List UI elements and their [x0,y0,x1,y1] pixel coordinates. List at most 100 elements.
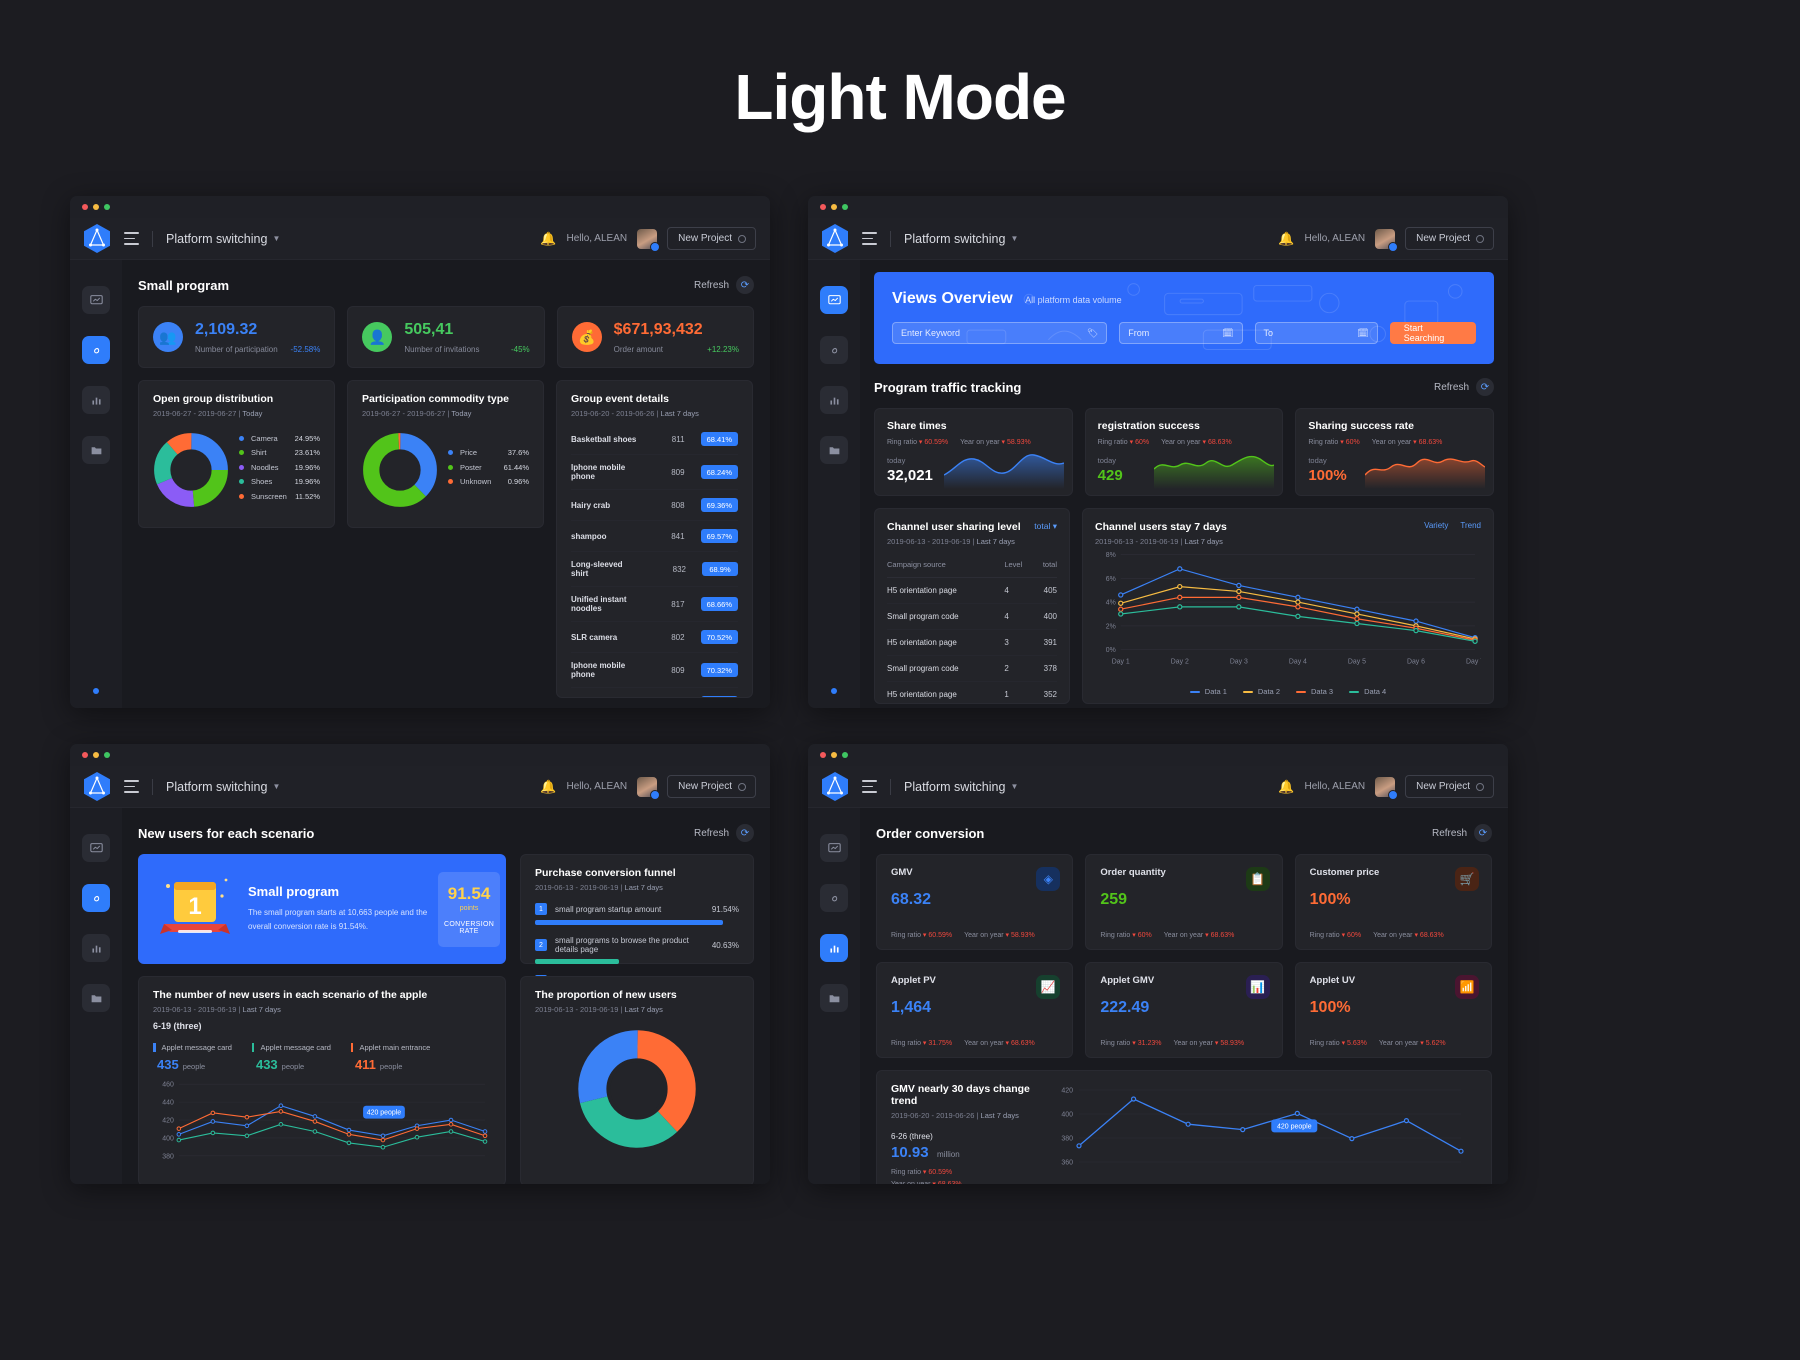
bell-icon[interactable]: 🔔 [1278,231,1294,247]
trend-link[interactable]: Trend [1460,521,1481,530]
sidebar-item-bar-chart[interactable] [820,386,848,414]
new-project-button[interactable]: New Project [667,227,756,250]
ring-ratio-value: 60% [1345,439,1360,446]
table-row[interactable]: H5 orientation page 3 391 [887,629,1057,656]
legend-item[interactable]: Data 3 [1296,687,1333,696]
list-item[interactable]: SLR camera 802 70.52% [571,622,738,653]
list-item[interactable]: Iphone mobile phone 809 70.32% [571,653,738,688]
start-searching-button[interactable]: Start Searching [1389,322,1476,344]
minimize-dot[interactable] [93,204,99,210]
col-head[interactable]: Campaign source [887,552,1005,578]
refresh-control[interactable]: Refresh ⟳ [694,276,754,294]
platform-switching-label[interactable]: Platform switching [904,232,1005,246]
avatar[interactable] [1375,228,1399,252]
list-item[interactable]: Long-sleeved shirt 832 68.9% [571,552,738,587]
sidebar-item-bar-chart[interactable] [820,934,848,962]
legend-item[interactable]: Data 2 [1242,687,1280,696]
sidebar-rail [808,808,860,1184]
refresh-control[interactable]: Refresh ⟳ [1434,378,1494,396]
platform-switching-label[interactable]: Platform switching [904,780,1005,794]
sidebar-item-monitor[interactable] [82,286,110,314]
sidebar-item-folder[interactable] [820,984,848,1012]
platform-switching-label[interactable]: Platform switching [166,232,267,246]
minimize-dot[interactable] [831,204,837,210]
maximize-dot[interactable] [842,204,848,210]
sidebar-item-monitor[interactable] [820,834,848,862]
sidebar-item-folder[interactable] [82,436,110,464]
sidebar-item-link[interactable] [82,336,110,364]
avatar[interactable] [1375,776,1399,800]
table-row[interactable]: Small program code 2 378 [887,655,1057,682]
tag-icon[interactable]: 🏷 [1087,328,1098,339]
list-item[interactable]: shampoo 841 69.57% [571,521,738,552]
sidebar-item-link[interactable] [820,884,848,912]
close-dot[interactable] [82,752,88,758]
svg-text:Day 6: Day 6 [1407,658,1425,665]
card-title: registration success [1097,420,1200,432]
maximize-dot[interactable] [104,204,110,210]
chevron-down-icon[interactable]: ▼ [272,782,280,791]
close-dot[interactable] [820,752,826,758]
menu-toggle-icon[interactable] [124,232,139,245]
menu-toggle-icon[interactable] [862,780,877,793]
sidebar-item-folder[interactable] [820,436,848,464]
maximize-dot[interactable] [104,752,110,758]
new-project-button[interactable]: New Project [1405,227,1494,250]
list-item[interactable]: Hairy crab 808 69.36% [571,490,738,521]
sidebar-item-monitor[interactable] [82,834,110,862]
refresh-icon[interactable]: ⟳ [736,824,754,842]
bell-icon[interactable]: 🔔 [1278,779,1294,795]
legend-item: Sunscreen 11.52% [239,492,320,501]
list-item[interactable]: Iphone mobile phone 809 68.24% [571,455,738,490]
sidebar-item-folder[interactable] [82,984,110,1012]
item-count: 809 [671,665,685,675]
sidebar-item-link[interactable] [82,884,110,912]
bell-icon[interactable]: 🔔 [540,231,556,247]
maximize-dot[interactable] [842,752,848,758]
sidebar-item-link[interactable] [820,336,848,364]
col-head[interactable]: total [1033,552,1057,578]
sharing-total-select[interactable]: total ▾ [1034,521,1057,532]
refresh-icon[interactable]: ⟳ [1476,378,1494,396]
from-date-input[interactable]: From 🗓 [1119,322,1243,344]
close-dot[interactable] [82,204,88,210]
refresh-control[interactable]: Refresh ⟳ [1432,824,1492,842]
table-row[interactable]: H5 orientation page 1 352 [887,681,1057,703]
minimize-dot[interactable] [93,752,99,758]
chevron-down-icon[interactable]: ▼ [1010,782,1018,791]
sidebar-item-bar-chart[interactable] [82,934,110,962]
calendar-icon[interactable]: 🗓 [1222,328,1233,339]
new-project-button[interactable]: New Project [1405,775,1494,798]
to-date-input[interactable]: To 🗓 [1254,322,1378,344]
new-project-button[interactable]: New Project [667,775,756,798]
menu-toggle-icon[interactable] [862,232,877,245]
refresh-control[interactable]: Refresh ⟳ [694,824,754,842]
variety-link[interactable]: Variety [1424,521,1448,530]
bell-icon[interactable]: 🔔 [540,779,556,795]
platform-switching-label[interactable]: Platform switching [166,780,267,794]
chevron-down-icon[interactable]: ▼ [272,234,280,243]
step-label: small programs to browse the product det… [555,936,689,954]
user-add-icon: 👤 [362,322,393,352]
sidebar-item-bar-chart[interactable] [82,386,110,414]
search-input[interactable]: Enter Keyword 🏷 [892,322,1108,344]
refresh-icon[interactable]: ⟳ [1474,824,1492,842]
avatar[interactable] [637,228,661,252]
table-row[interactable]: H5 orientation page 4 405 [887,577,1057,604]
list-item[interactable]: Basketball shoes81168.92% [571,688,738,697]
minimize-dot[interactable] [831,752,837,758]
close-dot[interactable] [820,204,826,210]
refresh-icon[interactable]: ⟳ [736,276,754,294]
window-new-users: Platform switching ▼ 🔔 Hello, ALEAN New … [70,744,770,1184]
legend-item[interactable]: Data 1 [1189,687,1227,696]
avatar[interactable] [637,776,661,800]
chevron-down-icon[interactable]: ▼ [1010,234,1018,243]
menu-toggle-icon[interactable] [124,780,139,793]
legend-item[interactable]: Data 4 [1349,687,1386,696]
list-item[interactable]: Basketball shoes 811 68.41% [571,424,738,455]
table-row[interactable]: Small program code 4 400 [887,603,1057,630]
calendar-icon[interactable]: 🗓 [1357,328,1368,339]
list-item[interactable]: Unified instant noodles 817 68.66% [571,587,738,622]
sidebar-item-monitor[interactable] [820,286,848,314]
col-head[interactable]: Level [1004,552,1034,578]
